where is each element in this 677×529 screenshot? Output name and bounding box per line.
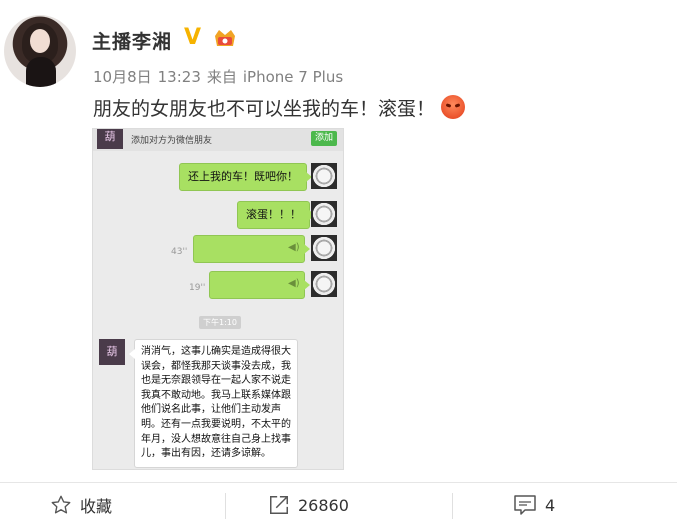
divider — [452, 493, 453, 519]
rose-avatar-icon — [311, 201, 337, 227]
chat-message-2: 滚蛋！！！ — [237, 201, 315, 229]
post-action-bar: 收藏 26860 4 — [0, 482, 677, 529]
rose-avatar-icon — [311, 235, 337, 261]
post-text: 朋友的女朋友也不可以坐我的车！滚蛋！ — [93, 94, 466, 121]
post-time[interactable]: 13:23 — [158, 68, 201, 86]
post-meta: 10月8日 13:23 来自 iPhone 7 Plus — [93, 66, 349, 87]
user-avatar[interactable] — [4, 15, 76, 87]
post-source[interactable]: iPhone 7 Plus — [243, 68, 343, 86]
chat-timestamp: 下午1:10 — [199, 316, 241, 329]
chat-reply-message: 消消气，这事儿确实是造成得很大误会，都怪我那天谈事没去成，我也是无奈跟领导在一起… — [129, 339, 298, 468]
divider — [225, 493, 226, 519]
contact-avatar: 葫 — [99, 339, 125, 365]
repost-button[interactable]: 26860 — [268, 491, 349, 519]
angry-face-emoji-icon — [441, 95, 466, 119]
post-text-body: 朋友的女朋友也不可以坐我的车！滚蛋！ — [93, 98, 436, 120]
rose-avatar-icon — [311, 163, 337, 189]
username[interactable]: 主播李湘 — [92, 27, 172, 54]
comment-count: 4 — [545, 495, 556, 515]
chat-header: 葫 添加对方为微信朋友 添加 — [93, 129, 343, 151]
add-friend-button: 添加 — [311, 131, 337, 146]
voice-wave-icon: ◀) — [288, 242, 300, 253]
avatar-face — [30, 29, 50, 53]
repost-count: 26860 — [298, 495, 349, 515]
member-crown-icon[interactable] — [212, 26, 238, 50]
verified-icon: V — [184, 25, 202, 50]
favorite-label: 收藏 — [80, 497, 113, 516]
post-date[interactable]: 10月8日 — [93, 68, 152, 86]
share-icon — [270, 496, 288, 514]
chat-header-title: 添加对方为微信朋友 — [131, 136, 213, 146]
contact-avatar: 葫 — [97, 129, 123, 149]
avatar-body — [26, 57, 56, 87]
star-icon — [51, 495, 71, 514]
chat-message-1: 还上我的车！既吧你！ — [179, 163, 312, 191]
comment-button[interactable]: 4 — [513, 491, 555, 519]
voice-wave-icon: ◀) — [288, 278, 300, 289]
voice-duration-1: 43'' — [171, 247, 188, 257]
chat-screenshot-image[interactable]: 葫 添加对方为微信朋友 添加 还上我的车！既吧你！ 滚蛋！！！ 43'' ◀) … — [92, 128, 344, 470]
rose-avatar-icon — [311, 271, 337, 297]
comment-icon — [514, 495, 536, 515]
favorite-button[interactable]: 收藏 — [50, 491, 112, 519]
source-prefix: 来自 — [206, 68, 237, 86]
voice-duration-2: 19'' — [189, 283, 206, 293]
